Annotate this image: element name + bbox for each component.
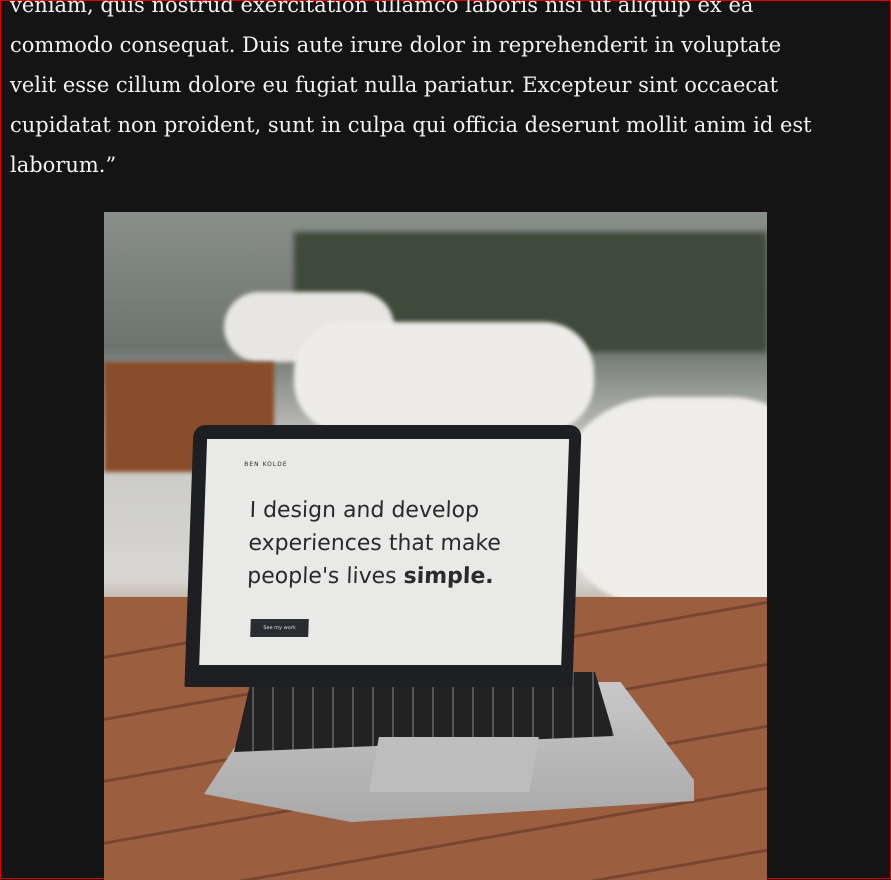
- article-paragraph: veniam, quis nostrud exercitation ullamc…: [10, 0, 880, 185]
- headline-line: people's lives simple.: [247, 560, 501, 593]
- photo-seat: [554, 397, 767, 607]
- screen-brand: BEN KOLDE: [244, 461, 288, 468]
- article-image-laptop: BEN KOLDE I design and develop experienc…: [104, 212, 767, 880]
- headline-line: experiences that make: [248, 531, 502, 556]
- paragraph-line: commodo consequat. Duis aute irure dolor…: [10, 33, 782, 57]
- screen-headline: I design and develop experiences that ma…: [247, 494, 503, 593]
- laptop-display: BEN KOLDE I design and develop experienc…: [199, 439, 570, 665]
- headline-bold: simple.: [403, 564, 495, 589]
- laptop-trackpad: [369, 737, 539, 792]
- paragraph-line: laborum.”: [10, 153, 117, 177]
- paragraph-line: veniam, quis nostrud exercitation ullamc…: [10, 0, 754, 17]
- screen-cta: See my work: [250, 619, 309, 637]
- paragraph-line: cupidatat non proident, sunt in culpa qu…: [10, 113, 812, 137]
- paragraph-line: velit esse cillum dolore eu fugiat nulla…: [10, 73, 779, 97]
- photo-seat: [294, 322, 594, 432]
- laptop-screen: BEN KOLDE I design and develop experienc…: [184, 425, 582, 687]
- headline-text: people's lives: [246, 564, 405, 589]
- headline-line: I design and develop: [249, 498, 480, 523]
